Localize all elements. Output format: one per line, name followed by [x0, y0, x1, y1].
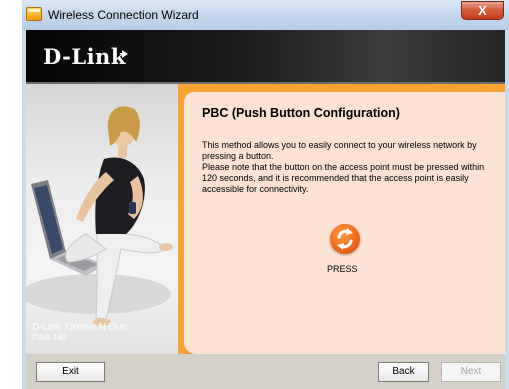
woman-with-laptop-illustration: [26, 106, 173, 326]
circular-arrows-icon: [337, 228, 353, 250]
header-banner: D-Link: [26, 30, 505, 84]
product-name: D-Link Xtreme N Duo: [32, 322, 128, 333]
content-panel: PBC (Push Button Configuration) This met…: [178, 84, 505, 354]
wizard-window-icon: [26, 7, 42, 21]
instructions-paragraph-1: This method allows you to easily connect…: [202, 140, 477, 161]
window-title: Wireless Connection Wizard: [48, 8, 199, 22]
page-title: PBC (Push Button Configuration): [202, 106, 400, 120]
wizard-client-area: D-Link D-Link Xtreme N Duo DWA-160 PBC (…: [26, 30, 505, 389]
next-button[interactable]: Next: [441, 362, 501, 382]
back-button[interactable]: Back: [378, 362, 429, 382]
product-model: DWA-160: [32, 333, 67, 342]
instructions-text: This method allows you to easily connect…: [202, 140, 498, 195]
dlink-logo: D-Link: [43, 44, 126, 69]
logo-arrow-icon: [122, 50, 128, 58]
instructions-paragraph-2: Please note that the button on the acces…: [202, 162, 485, 194]
content-card: PBC (Push Button Configuration) This met…: [184, 92, 505, 354]
button-bar: Exit Back Next: [26, 354, 505, 389]
press-button[interactable]: [330, 224, 360, 254]
close-button[interactable]: X: [461, 1, 504, 20]
product-photo: D-Link Xtreme N Duo DWA-160: [26, 84, 178, 354]
press-label: PRESS: [327, 264, 358, 274]
exit-button[interactable]: Exit: [36, 362, 105, 382]
wizard-window: Wireless Connection Wizard X D-Link D-Li…: [22, 0, 509, 389]
title-bar[interactable]: Wireless Connection Wizard X: [22, 0, 509, 30]
